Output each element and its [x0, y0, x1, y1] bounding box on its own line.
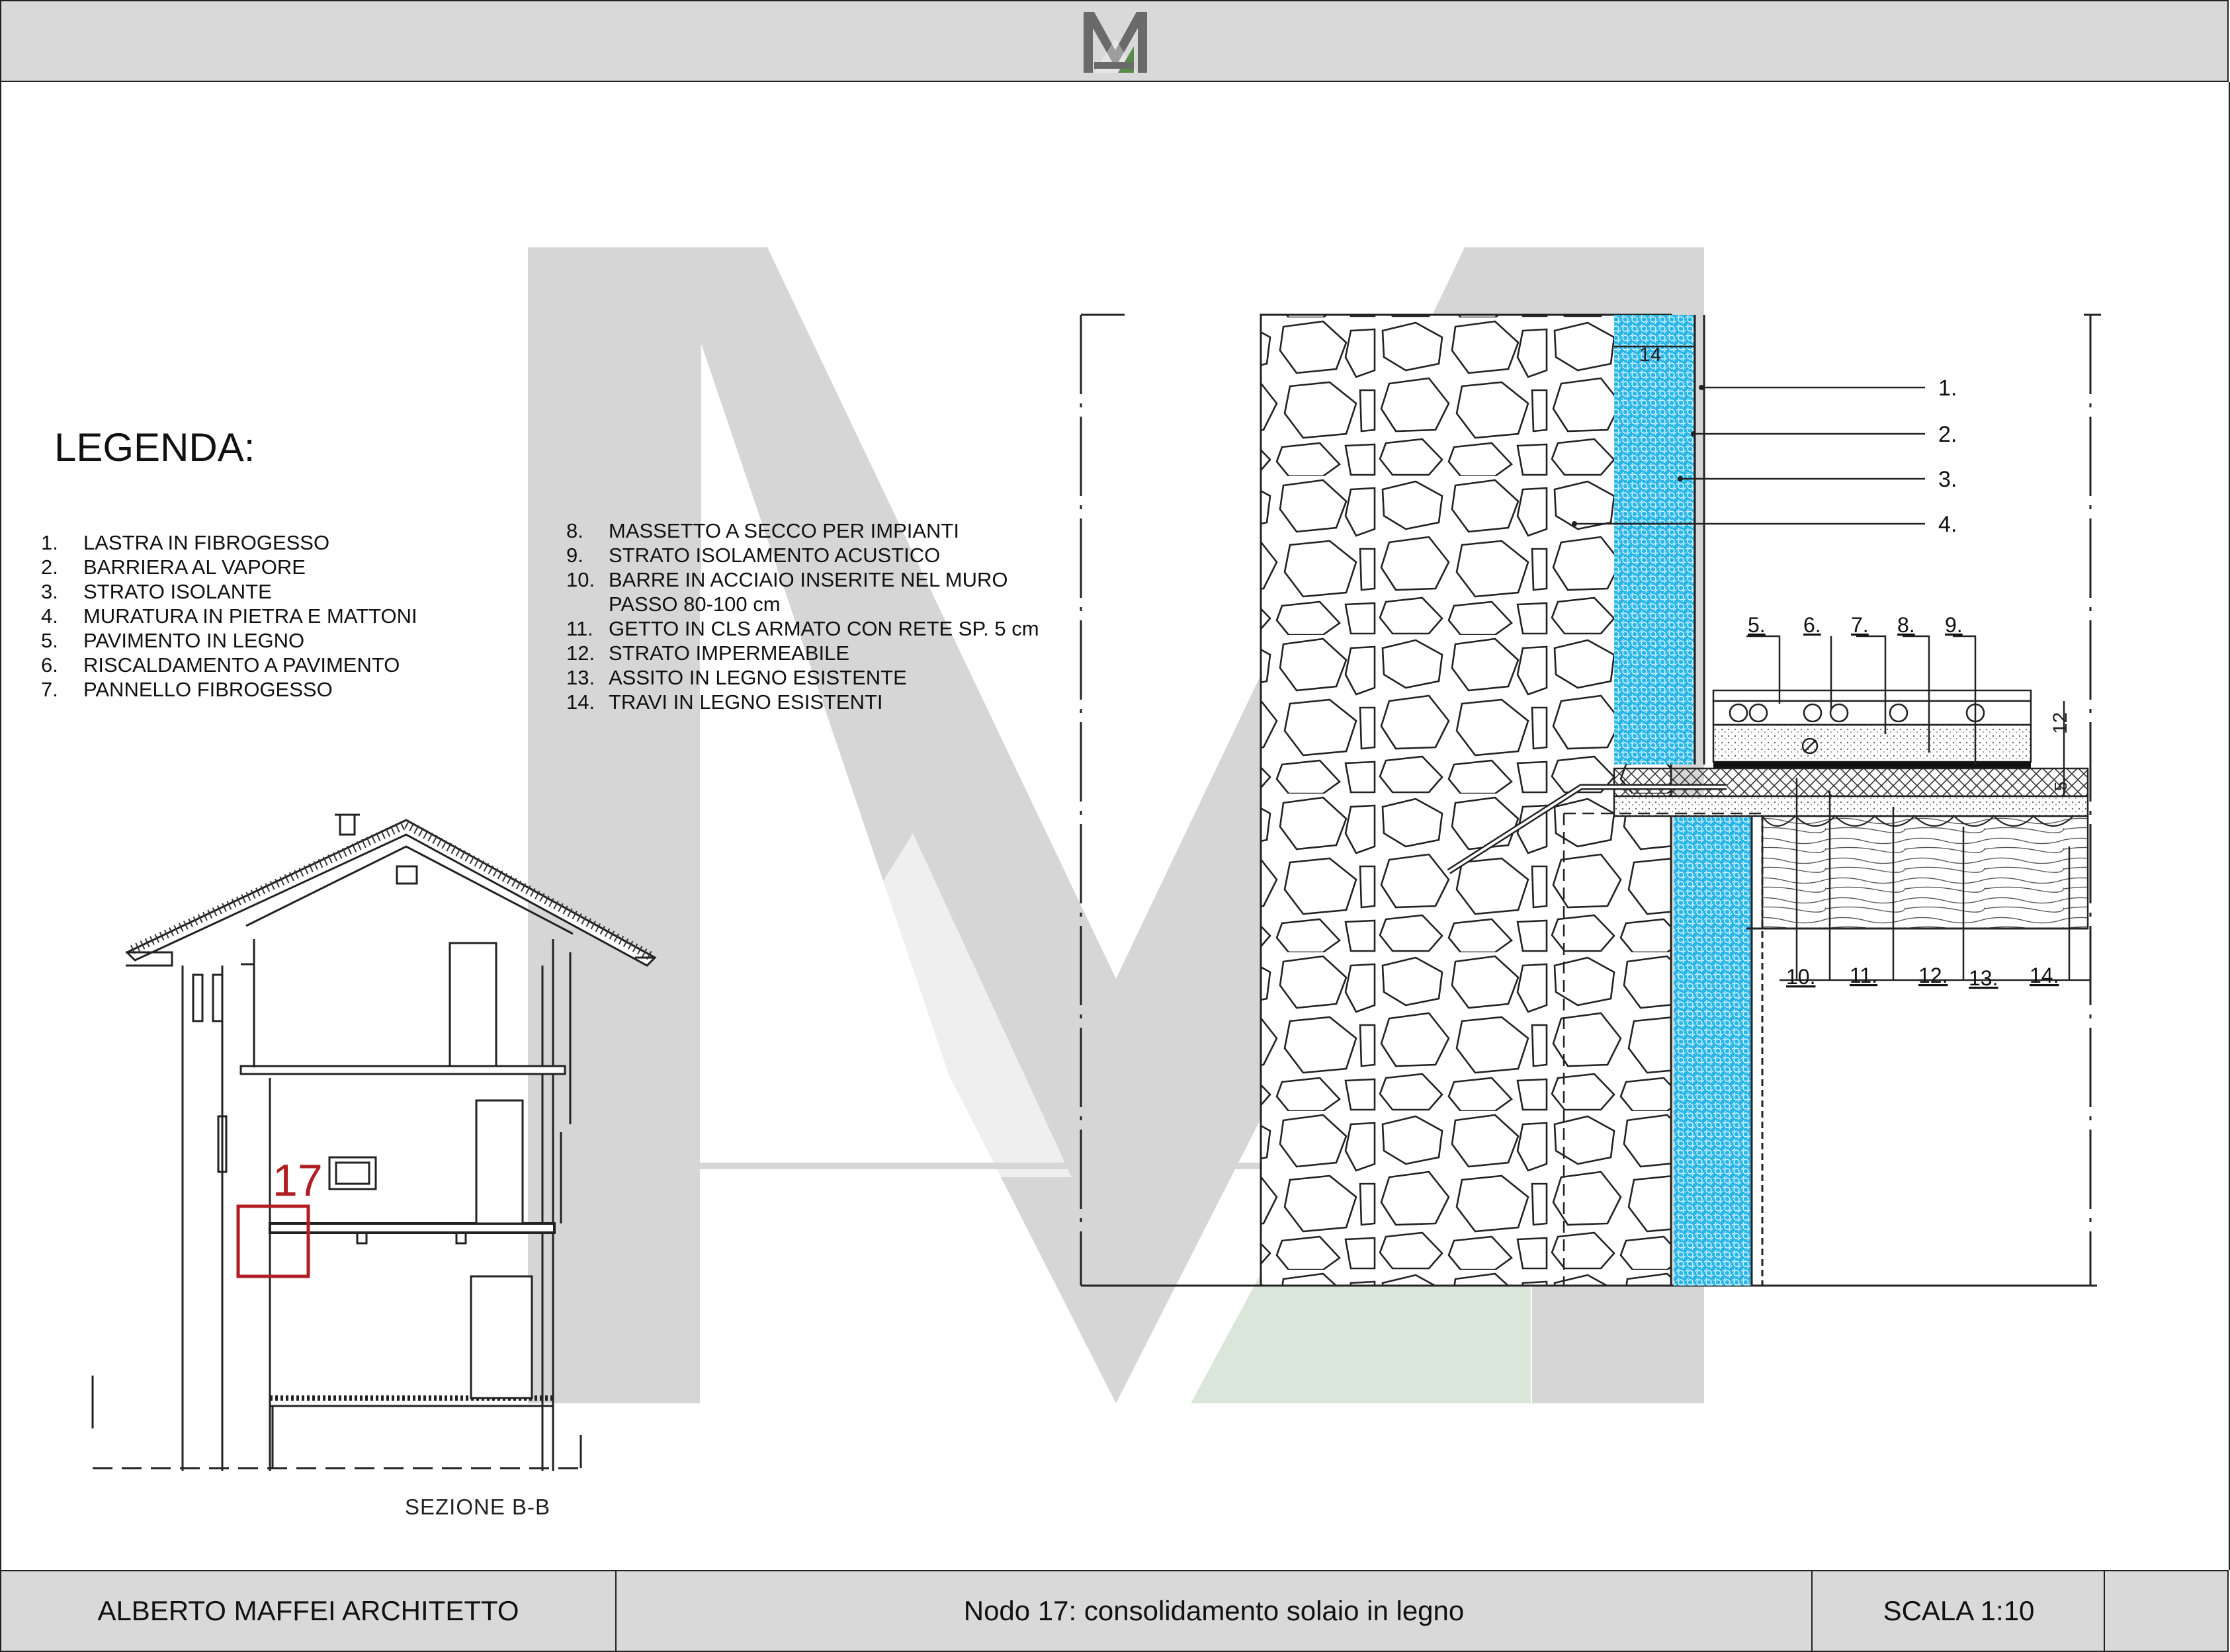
drawing-sheet: 14 12 5 1. 2. 3. 4. 5. 6. 7. 8. 9. 10. 1…	[0, 0, 2230, 1652]
callout-14: 14.	[2030, 964, 2059, 987]
callout-9: 9.	[1945, 613, 1963, 637]
legend-list-right: 8. MASSETTO A SECCO PER IMPIANTI 9. STRATO…	[566, 518, 1039, 714]
node-17-marker-label: 17	[273, 1155, 323, 1206]
legend-item: 14. TRAVI IN LEGNO ESISTENTI	[566, 690, 883, 714]
wall-insulation-upper	[1614, 315, 1695, 764]
legend-item: 10. BARRE IN ACCIAIO INSERITE NEL MURO	[566, 568, 1008, 591]
legend-list-left: 1. LASTRA IN FIBROGESSO 2. BARRIERA AL VAP…	[41, 530, 417, 702]
legend-item: 7. PANNELLO FIBROGESSO	[41, 678, 333, 701]
legend-item: 8. MASSETTO A SECCO PER IMPIANTI	[566, 519, 959, 542]
callout-4: 4.	[1938, 512, 1957, 537]
legend-item: 1. LASTRA IN FIBROGESSO	[41, 531, 330, 554]
legend-item: PASSO 80-100 cm	[609, 593, 781, 616]
wall-insulation-lower	[1674, 815, 1752, 1286]
callout-2: 2.	[1938, 422, 1957, 447]
drawing-title: Nodo 17: consolidamento solaio in legno	[963, 1595, 1465, 1626]
callout-6: 6.	[1803, 613, 1821, 637]
callout-7: 7.	[1851, 613, 1869, 637]
callout-5: 5.	[1748, 613, 1766, 637]
callout-10: 10.	[1786, 965, 1815, 989]
legend-item: 12. STRATO IMPERMEABILE	[566, 641, 850, 665]
callout-8: 8.	[1897, 613, 1915, 637]
section-caption: SEZIONE B-B	[405, 1495, 551, 1519]
legend-item: 5. PAVIMENTO IN LEGNO	[41, 629, 305, 652]
legend-item: 13. ASSITO IN LEGNO ESISTENTE	[566, 666, 907, 689]
stone-masonry	[1260, 313, 1672, 1287]
dim-floor-12: 12	[2049, 712, 2071, 734]
legend-title: LEGENDA:	[54, 425, 255, 470]
drawing-scale: SCALA 1:10	[1883, 1595, 2035, 1626]
drawing-canvas: 14 12 5 1. 2. 3. 4. 5. 6. 7. 8. 9. 10. 1…	[91, 247, 2101, 1471]
legend-item: 9. STRATO ISOLAMENTO ACUSTICO	[566, 544, 941, 567]
legend-item: 3. STRATO ISOLANTE	[41, 580, 272, 603]
callout-13: 13.	[1969, 966, 1998, 990]
callout-1: 1.	[1938, 376, 1957, 401]
callout-11: 11.	[1850, 964, 1877, 987]
legend-item: 11. GETTO IN CLS ARMATO CON RETE SP. 5 cm	[566, 617, 1039, 640]
legend-item: 4. MURATURA IN PIETRA E MATTONI	[41, 604, 417, 628]
dim-floor-5: 5	[2051, 782, 2071, 791]
author-name: ALBERTO MAFFEI ARCHITETTO	[97, 1595, 519, 1626]
callout-12: 12.	[1918, 964, 1948, 987]
title-block: ALBERTO MAFFEI ARCHITETTO Nodo 17: conso…	[0, 1570, 2229, 1652]
callout-3: 3.	[1938, 467, 1957, 492]
dim-wall-14: 14	[1639, 344, 1661, 366]
legend-item: 2. BARRIERA AL VAPORE	[41, 556, 306, 579]
legend-item: 6. RISCALDAMENTO A PAVIMENTO	[41, 653, 400, 677]
node-17-marker-box	[236, 1204, 310, 1278]
